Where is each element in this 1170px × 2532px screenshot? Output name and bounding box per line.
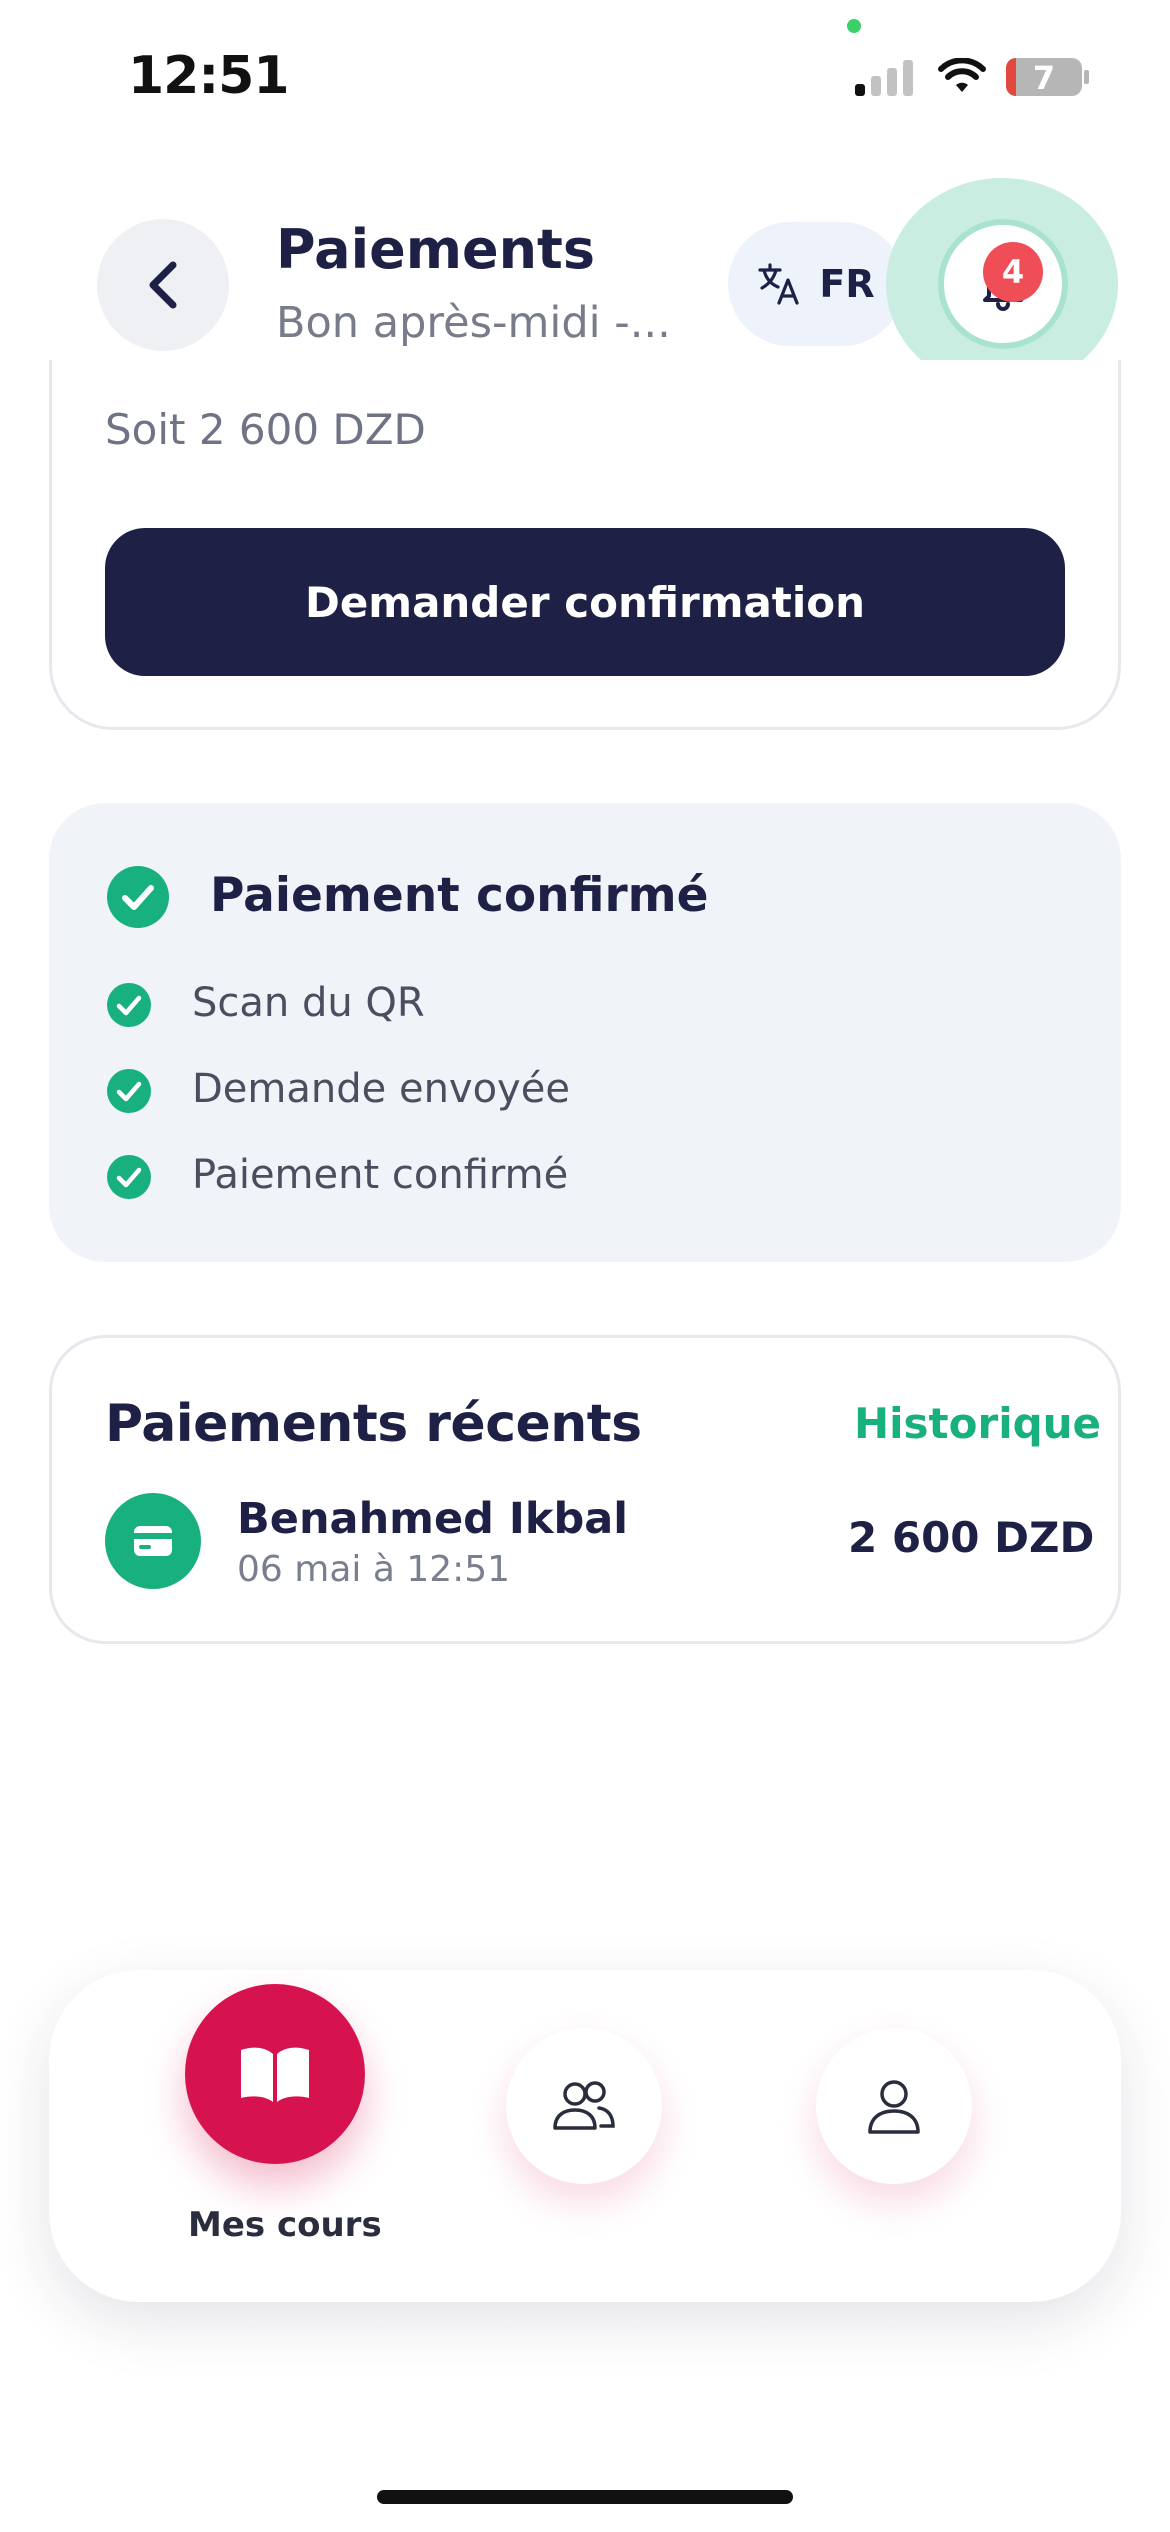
status-time: 12:51: [128, 46, 290, 106]
language-button[interactable]: FR: [728, 222, 904, 346]
language-label: FR: [819, 262, 875, 306]
step-request-sent: Demande envoyée: [192, 1066, 570, 1112]
request-confirmation-button[interactable]: Demander confirmation: [105, 528, 1065, 676]
book-icon: [241, 2047, 309, 2102]
wifi-icon: [938, 58, 986, 92]
history-link[interactable]: Historique: [854, 1399, 1101, 1448]
page-subtitle: Bon après-midi -...: [276, 298, 671, 348]
payment-equivalent-text: Soit 2 600 DZD: [105, 405, 426, 454]
camera-indicator-dot: [847, 19, 861, 33]
step-scan-qr: Scan du QR: [192, 980, 425, 1026]
payment-payer-name: Benahmed Ikbal: [237, 1494, 629, 1544]
notification-badge: 4: [983, 242, 1043, 302]
step-payment-confirmed: Paiement confirmé: [192, 1152, 569, 1198]
check-circle-icon: [107, 983, 151, 1027]
battery-percent: 7: [1032, 59, 1056, 96]
chevron-left-icon: [149, 261, 177, 309]
recent-payments-title: Paiements récents: [105, 1394, 642, 1454]
nav-courses-button[interactable]: [185, 1984, 365, 2164]
cellular-signal-icon: [855, 60, 915, 96]
payment-date: 06 mai à 12:51: [237, 1549, 511, 1590]
battery-cap: [1084, 70, 1089, 84]
recent-payments-card: [49, 1335, 1121, 1644]
nav-courses-label: Mes cours: [188, 2205, 382, 2245]
payment-amount: 2 600 DZD: [848, 1513, 1095, 1562]
translate-icon: [758, 263, 799, 305]
page-title: Paiements: [276, 218, 595, 281]
battery-icon: 7: [1006, 58, 1082, 96]
payment-card-icon: [105, 1493, 201, 1589]
user-icon: [868, 2080, 920, 2134]
nav-profile-button[interactable]: [816, 2028, 972, 2184]
check-circle-icon: [107, 1069, 151, 1113]
check-circle-icon: [107, 1155, 151, 1199]
users-icon: [553, 2081, 615, 2130]
check-circle-icon: [107, 866, 169, 928]
back-button[interactable]: [97, 219, 229, 351]
nav-users-button[interactable]: [506, 2028, 662, 2184]
home-indicator: [377, 2490, 793, 2504]
payment-status-title: Paiement confirmé: [210, 868, 709, 923]
